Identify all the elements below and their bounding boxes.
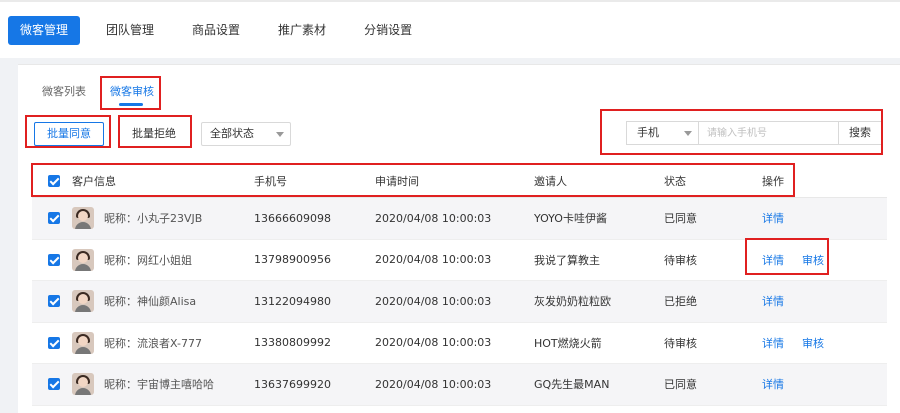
- main-nav: 微客管理 团队管理 商品设置 推广素材 分销设置: [8, 16, 438, 45]
- review-link[interactable]: 审核: [802, 252, 824, 268]
- header-time: 申请时间: [375, 174, 419, 188]
- time-cell: 2020/04/08 10:00:03: [375, 253, 492, 267]
- header-inviter: 邀请人: [534, 174, 567, 188]
- table-row: 昵称：宇宙博主嘻哈哈 13637699920 2020/04/08 10:00:…: [32, 364, 887, 406]
- avatar: [72, 248, 94, 271]
- top-navigation-bar: 微客管理 团队管理 商品设置 推广素材 分销设置: [0, 0, 900, 58]
- select-all-checkbox[interactable]: [48, 174, 60, 187]
- chevron-down-icon: [684, 131, 692, 136]
- status-filter-value: 全部状态: [210, 127, 254, 140]
- avatar: [72, 373, 94, 396]
- detail-link[interactable]: 详情: [762, 252, 784, 268]
- avatar: [72, 331, 94, 354]
- phone-search-input[interactable]: [698, 121, 838, 145]
- time-cell: 2020/04/08 10:00:03: [375, 336, 492, 350]
- table-row: 昵称：流浪者X-777 13380809992 2020/04/08 10:00…: [32, 323, 887, 364]
- review-link[interactable]: 审核: [802, 335, 824, 351]
- nav-item-promo-materials[interactable]: 推广素材: [266, 16, 338, 45]
- customer-nickname: 昵称：网红小姐姐: [104, 253, 192, 267]
- batch-reject-button[interactable]: 批量拒绝: [123, 122, 185, 146]
- header-customer: 客户信息: [72, 174, 116, 188]
- status-cell: 已同意: [664, 212, 697, 226]
- main-panel: 微客列表 微客审核 批量同意 批量拒绝 全部状态 手机 搜索 客户信息 手机号 …: [18, 64, 900, 413]
- review-table: 客户信息 手机号 申请时间 邀请人 状态 操作 昵称：小丸子23VJB 1366…: [32, 164, 887, 406]
- status-filter-select[interactable]: 全部状态: [201, 122, 291, 146]
- header-phone: 手机号: [254, 174, 287, 188]
- customer-nickname: 昵称：神仙颜Alisa: [104, 295, 197, 309]
- header-status: 状态: [664, 174, 686, 188]
- customer-nickname: 昵称：流浪者X-777: [104, 336, 202, 350]
- nav-item-distribution-settings[interactable]: 分销设置: [352, 16, 424, 45]
- table-row: 昵称：网红小姐姐 13798900956 2020/04/08 10:00:03…: [32, 240, 887, 281]
- detail-link[interactable]: 详情: [762, 376, 784, 392]
- time-cell: 2020/04/08 10:00:03: [375, 211, 492, 225]
- nav-item-team-management[interactable]: 团队管理: [94, 16, 166, 45]
- phone-cell: 13380809992: [254, 336, 331, 350]
- phone-cell: 13666609098: [254, 211, 331, 225]
- time-cell: 2020/04/08 10:00:03: [375, 377, 492, 391]
- avatar: [72, 290, 94, 313]
- inviter-cell: GQ先生最MAN: [534, 378, 610, 392]
- row-checkbox[interactable]: [48, 336, 60, 349]
- phone-cell: 13122094980: [254, 294, 331, 308]
- search-type-value: 手机: [637, 126, 659, 139]
- phone-cell: 13637699920: [254, 377, 331, 391]
- chevron-down-icon: [276, 132, 284, 137]
- status-cell: 已同意: [664, 378, 697, 392]
- header-ops: 操作: [762, 174, 784, 188]
- tab-weike-review[interactable]: 微客审核: [110, 83, 154, 106]
- customer-nickname: 昵称：宇宙博主嘻哈哈: [104, 378, 214, 392]
- search-type-select[interactable]: 手机: [626, 121, 698, 145]
- time-cell: 2020/04/08 10:00:03: [375, 294, 492, 308]
- search-area: 手机 搜索: [618, 118, 884, 148]
- detail-link[interactable]: 详情: [762, 210, 784, 226]
- status-cell: 待审核: [664, 336, 697, 350]
- phone-cell: 13798900956: [254, 253, 331, 267]
- inviter-cell: 我说了算教主: [534, 253, 600, 267]
- batch-approve-button[interactable]: 批量同意: [34, 122, 104, 146]
- row-checkbox[interactable]: [48, 212, 60, 225]
- customer-nickname: 昵称：小丸子23VJB: [104, 212, 203, 226]
- search-button[interactable]: 搜索: [838, 121, 882, 145]
- status-cell: 已拒绝: [664, 295, 697, 309]
- inviter-cell: YOYO卡哇伊酱: [534, 212, 607, 226]
- inviter-cell: 灰发奶奶粒粒欧: [534, 295, 611, 309]
- nav-item-weike-management[interactable]: 微客管理: [8, 16, 81, 45]
- detail-link[interactable]: 详情: [762, 335, 784, 351]
- inviter-cell: HOT燃烧火箭: [534, 336, 602, 350]
- avatar: [72, 207, 94, 230]
- row-checkbox[interactable]: [48, 253, 60, 266]
- detail-link[interactable]: 详情: [762, 293, 784, 309]
- table-header: 客户信息 手机号 申请时间 邀请人 状态 操作: [32, 164, 887, 198]
- table-row: 昵称：神仙颜Alisa 13122094980 2020/04/08 10:00…: [32, 281, 887, 323]
- tab-weike-list[interactable]: 微客列表: [42, 83, 86, 103]
- row-checkbox[interactable]: [48, 295, 60, 308]
- nav-item-product-settings[interactable]: 商品设置: [180, 16, 252, 45]
- row-checkbox[interactable]: [48, 378, 60, 391]
- sub-tabs: 微客列表 微客审核: [42, 83, 178, 106]
- status-cell: 待审核: [664, 253, 697, 267]
- table-row: 昵称：小丸子23VJB 13666609098 2020/04/08 10:00…: [32, 198, 887, 240]
